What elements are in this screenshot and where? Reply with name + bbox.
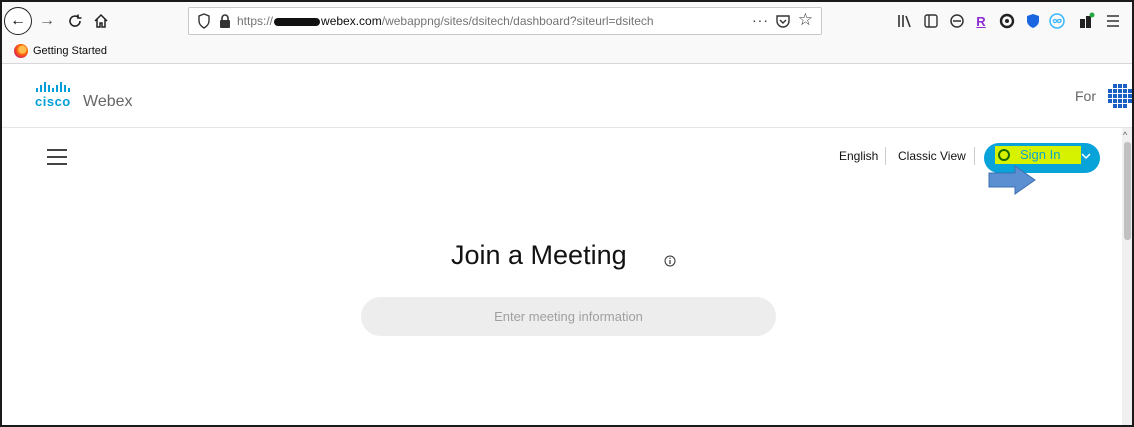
partner-logo-icon <box>1108 84 1132 108</box>
page-actions-icon[interactable]: ··· <box>752 12 769 28</box>
arrow-annotation-icon <box>988 165 1036 195</box>
page-title: Join a Meeting <box>451 240 627 270</box>
bookmark-getting-started[interactable]: Getting Started <box>14 44 107 58</box>
scroll-up-icon[interactable]: ^ <box>1123 130 1127 140</box>
shield-icon[interactable] <box>197 13 211 29</box>
url-bar[interactable]: https:// webex.com/webappng/sites/dsitech… <box>188 7 822 35</box>
url-path: /webappng/sites/dsitech/dashboard?siteur… <box>381 14 654 28</box>
url-text[interactable]: https:// webex.com/webappng/sites/dsitech… <box>237 14 654 28</box>
r-extension-icon[interactable]: R <box>971 11 991 31</box>
profile-badge-icon[interactable] <box>1077 11 1097 31</box>
redacted-text <box>274 17 321 26</box>
cisco-webex-logo[interactable]: cisco Webex <box>35 82 133 110</box>
language-link[interactable]: English <box>839 149 878 163</box>
account-icon[interactable] <box>947 11 967 31</box>
browser-toolbar: ← → https:// webex.com/webappng/sites/dsi… <box>2 2 1132 40</box>
hamburger-menu-icon[interactable] <box>47 149 67 165</box>
infinity-extension-icon[interactable] <box>1047 11 1067 31</box>
reload-icon[interactable] <box>64 9 86 33</box>
browser-window: ← → https:// webex.com/webappng/sites/dsi… <box>0 0 1134 427</box>
url-host: webex.com <box>321 14 382 28</box>
user-circle-icon <box>998 149 1010 161</box>
site-header: cisco Webex For <box>2 64 1132 128</box>
bookmarks-bar: Getting Started <box>2 40 1132 64</box>
firefox-icon <box>14 44 28 58</box>
sign-in-label: Sign In <box>1020 147 1061 162</box>
menu-icon[interactable] <box>1103 11 1123 31</box>
chevron-down-icon[interactable] <box>1080 150 1092 162</box>
back-icon[interactable]: ← <box>4 7 32 35</box>
info-icon[interactable] <box>664 255 676 267</box>
bookmark-label: Getting Started <box>33 45 107 57</box>
home-icon[interactable] <box>90 9 112 33</box>
for-label: For <box>1075 88 1096 104</box>
cisco-wordmark: cisco <box>35 94 71 109</box>
extension-icon[interactable] <box>997 11 1017 31</box>
divider <box>885 147 886 165</box>
scrollbar-thumb[interactable] <box>1124 142 1131 240</box>
pocket-icon[interactable] <box>775 13 791 29</box>
url-scheme: https:// <box>237 14 274 28</box>
library-icon[interactable] <box>895 11 915 31</box>
sidebar-icon[interactable] <box>921 11 941 31</box>
lock-icon[interactable] <box>219 14 231 28</box>
forward-icon[interactable]: → <box>36 9 58 33</box>
webex-wordmark: Webex <box>83 93 133 110</box>
shield-extension-icon[interactable] <box>1023 11 1043 31</box>
classic-view-link[interactable]: Classic View <box>898 149 966 163</box>
meeting-info-input[interactable] <box>361 297 776 336</box>
star-icon[interactable]: ☆ <box>798 10 813 30</box>
divider <box>974 147 975 165</box>
